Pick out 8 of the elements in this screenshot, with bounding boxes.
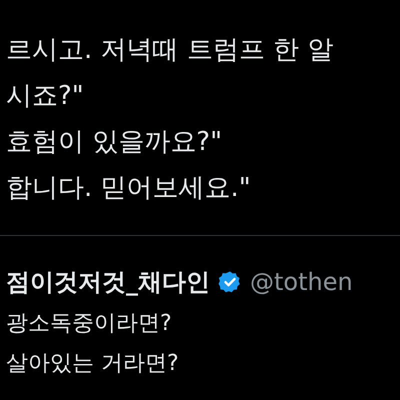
- reply-text-line: 광소독중이라면?: [6, 310, 173, 338]
- reply-text-line: 살아있는 거라면?: [6, 350, 180, 378]
- tweet-text-line: 효험이 있을까요?": [6, 126, 224, 159]
- author-handle[interactable]: @tothen: [250, 268, 353, 296]
- tweet-text-line: 시죠?": [6, 80, 85, 113]
- tweet-text-line: 르시고. 저녁때 트럼프 한 알: [6, 34, 334, 67]
- tweet-text-line: 합니다. 믿어보세요.": [6, 172, 252, 205]
- author-name[interactable]: 점이것저것_채다인: [6, 260, 210, 304]
